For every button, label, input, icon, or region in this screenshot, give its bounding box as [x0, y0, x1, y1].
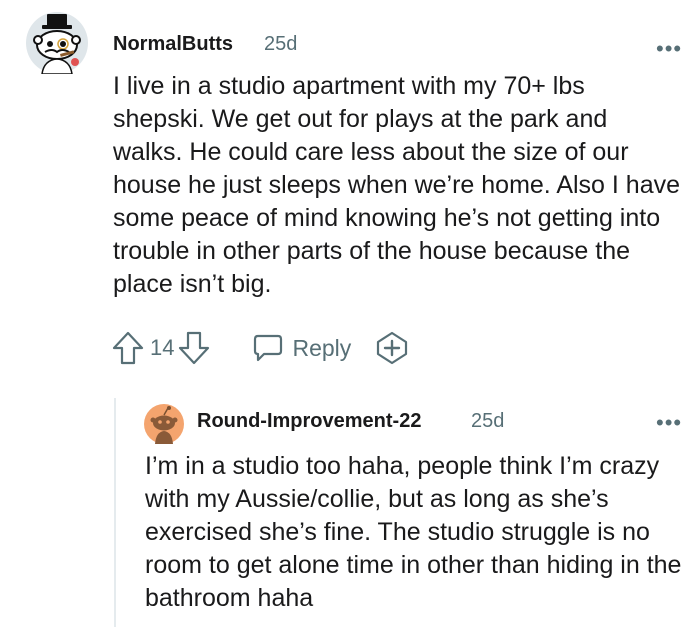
- add-award-icon[interactable]: [375, 331, 409, 365]
- more-options-icon[interactable]: •••: [656, 412, 682, 434]
- reply-comment: Round-Improvement-22 25d ••• I’m in a st…: [0, 390, 700, 627]
- speech-bubble-icon: [254, 334, 283, 362]
- reply-timestamp: 25d: [471, 410, 505, 432]
- comment-timestamp: 25d: [264, 33, 298, 55]
- downvote-arrow-icon[interactable]: [178, 330, 210, 366]
- reply-body: I’m in a studio too haha, people think I…: [145, 452, 682, 612]
- comment-username[interactable]: NormalButts: [113, 33, 233, 56]
- more-options-icon[interactable]: •••: [656, 38, 682, 60]
- reply-username[interactable]: Round-Improvement-22: [197, 410, 421, 433]
- reply-button[interactable]: Reply: [252, 333, 351, 363]
- upvote-arrow-icon[interactable]: [112, 330, 144, 366]
- snoo-top-hat-avatar[interactable]: [26, 12, 88, 74]
- comment-actions: 14 Reply: [112, 328, 409, 368]
- vote-score: 14: [150, 335, 175, 360]
- comment-body: I live in a studio apartment with my 70+…: [113, 72, 681, 298]
- snoo-default-orange-avatar[interactable]: [144, 404, 184, 444]
- parent-comment: NormalButts 25d ••• I live in a studio a…: [0, 0, 700, 380]
- reply-label: Reply: [292, 334, 352, 361]
